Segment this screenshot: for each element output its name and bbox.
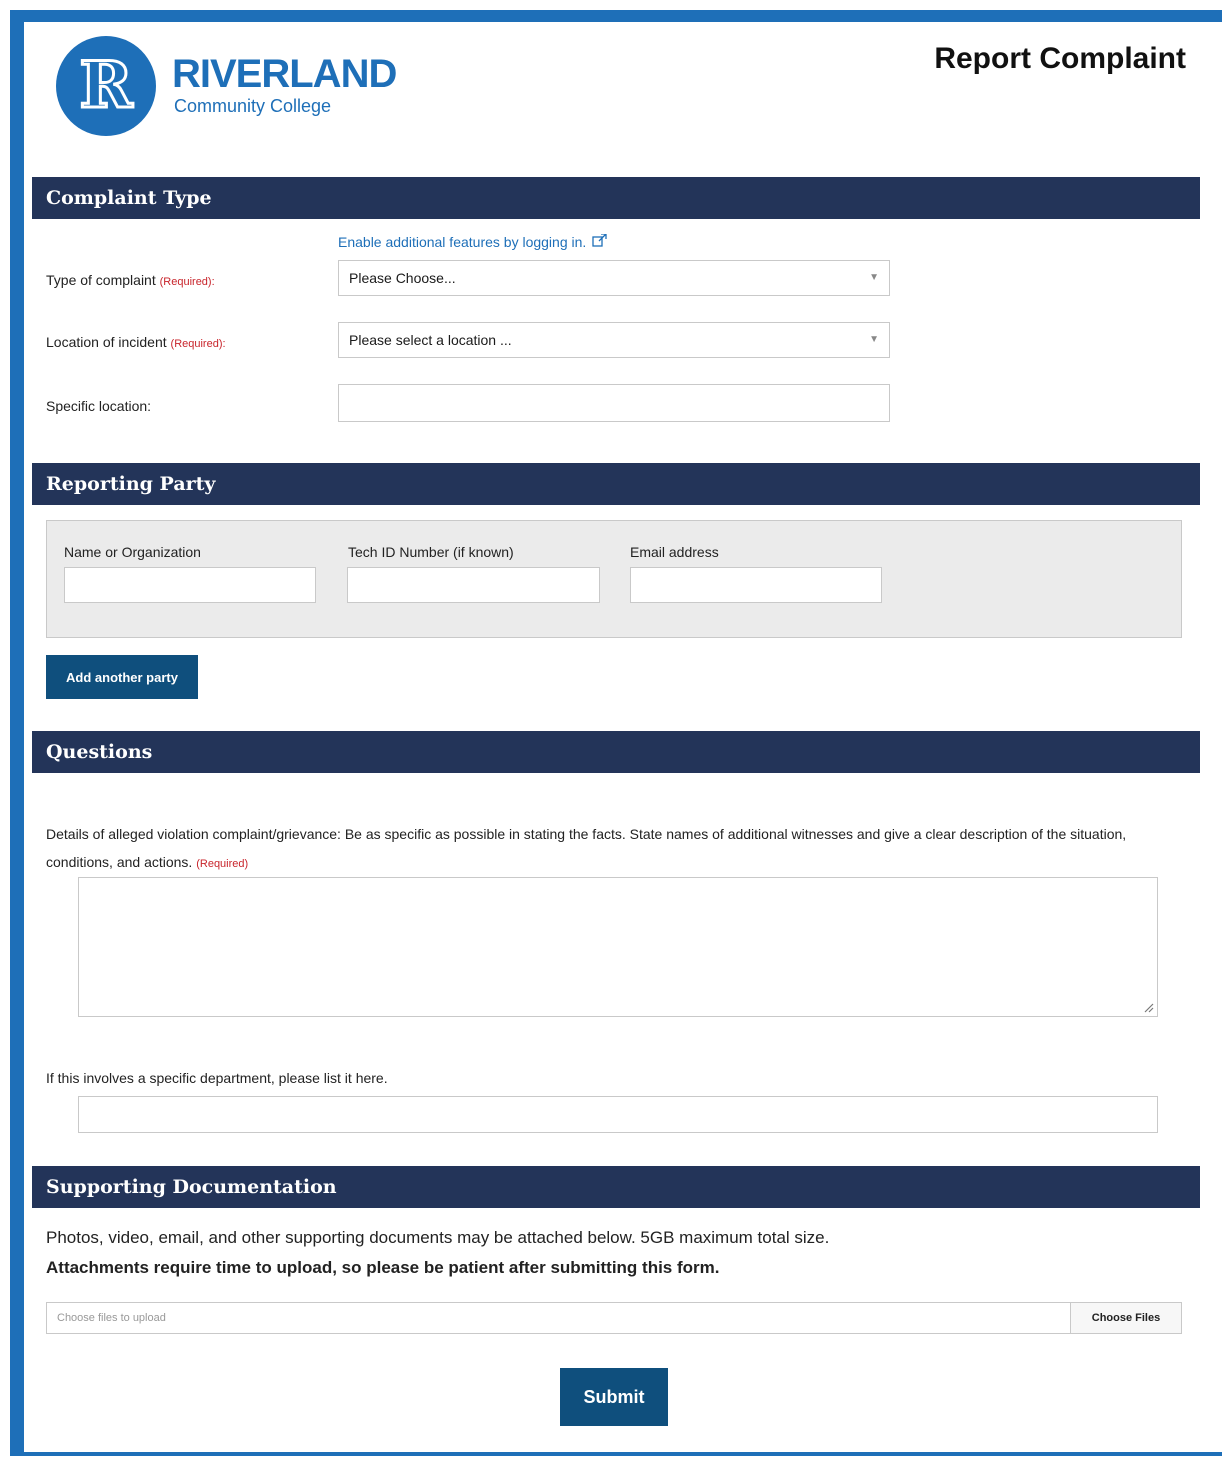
attachments-warning: Attachments require time to upload, so p… <box>46 1258 720 1277</box>
required-marker: (Required): <box>170 338 226 350</box>
section-questions: Questions <box>32 731 1200 773</box>
tech-id-input[interactable] <box>347 567 600 603</box>
section-complaint-type: Complaint Type <box>32 177 1200 219</box>
department-input[interactable] <box>78 1096 1158 1133</box>
name-org-input[interactable] <box>64 567 316 603</box>
location-label: Location of incident (Required): <box>46 334 226 350</box>
add-party-button[interactable]: Add another party <box>46 655 198 699</box>
required-marker: (Required) <box>196 858 249 870</box>
submit-button[interactable]: Submit <box>560 1368 668 1426</box>
section-reporting-party: Reporting Party <box>32 463 1200 505</box>
attachments-info: Photos, video, email, and other supporti… <box>46 1228 830 1247</box>
chevron-down-icon: ▼ <box>869 272 879 283</box>
details-textarea[interactable] <box>78 877 1158 1017</box>
location-select[interactable]: Please select a location ... ▼ <box>338 322 890 358</box>
location-value: Please select a location ... <box>349 332 512 348</box>
section-supporting-documentation: Supporting Documentation <box>32 1166 1200 1208</box>
file-upload-placeholder: Choose files to upload <box>57 1312 166 1324</box>
file-upload-field[interactable]: Choose files to upload Choose Files <box>46 1302 1182 1334</box>
email-input[interactable] <box>630 567 882 603</box>
page-title: Report Complaint <box>934 42 1186 75</box>
complaint-type-select[interactable]: Please Choose... ▼ <box>338 260 890 296</box>
specific-location-input[interactable] <box>338 384 890 422</box>
name-org-label: Name or Organization <box>64 544 201 560</box>
login-link[interactable]: Enable additional features by logging in… <box>338 233 607 250</box>
college-logo: R <box>56 36 156 136</box>
email-label: Email address <box>630 544 719 560</box>
choose-files-button[interactable]: Choose Files <box>1070 1303 1181 1333</box>
complaint-type-value: Please Choose... <box>349 270 456 286</box>
details-label: Details of alleged violation complaint/g… <box>46 826 1127 870</box>
login-link-text[interactable]: Enable additional features by logging in… <box>338 234 586 250</box>
tech-id-label: Tech ID Number (if known) <box>348 544 514 560</box>
brand-subtitle: Community College <box>174 96 332 116</box>
external-link-icon <box>592 233 607 247</box>
required-marker: (Required): <box>159 276 215 288</box>
logo-letter: R <box>78 48 134 123</box>
complaint-type-label: Type of complaint (Required): <box>46 272 215 288</box>
department-label: If this involves a specific department, … <box>46 1070 388 1086</box>
specific-location-label: Specific location: <box>46 398 152 414</box>
chevron-down-icon: ▼ <box>869 334 879 345</box>
brand-name: RIVERLAND <box>172 52 397 96</box>
resize-grip-icon[interactable] <box>1142 1001 1154 1013</box>
